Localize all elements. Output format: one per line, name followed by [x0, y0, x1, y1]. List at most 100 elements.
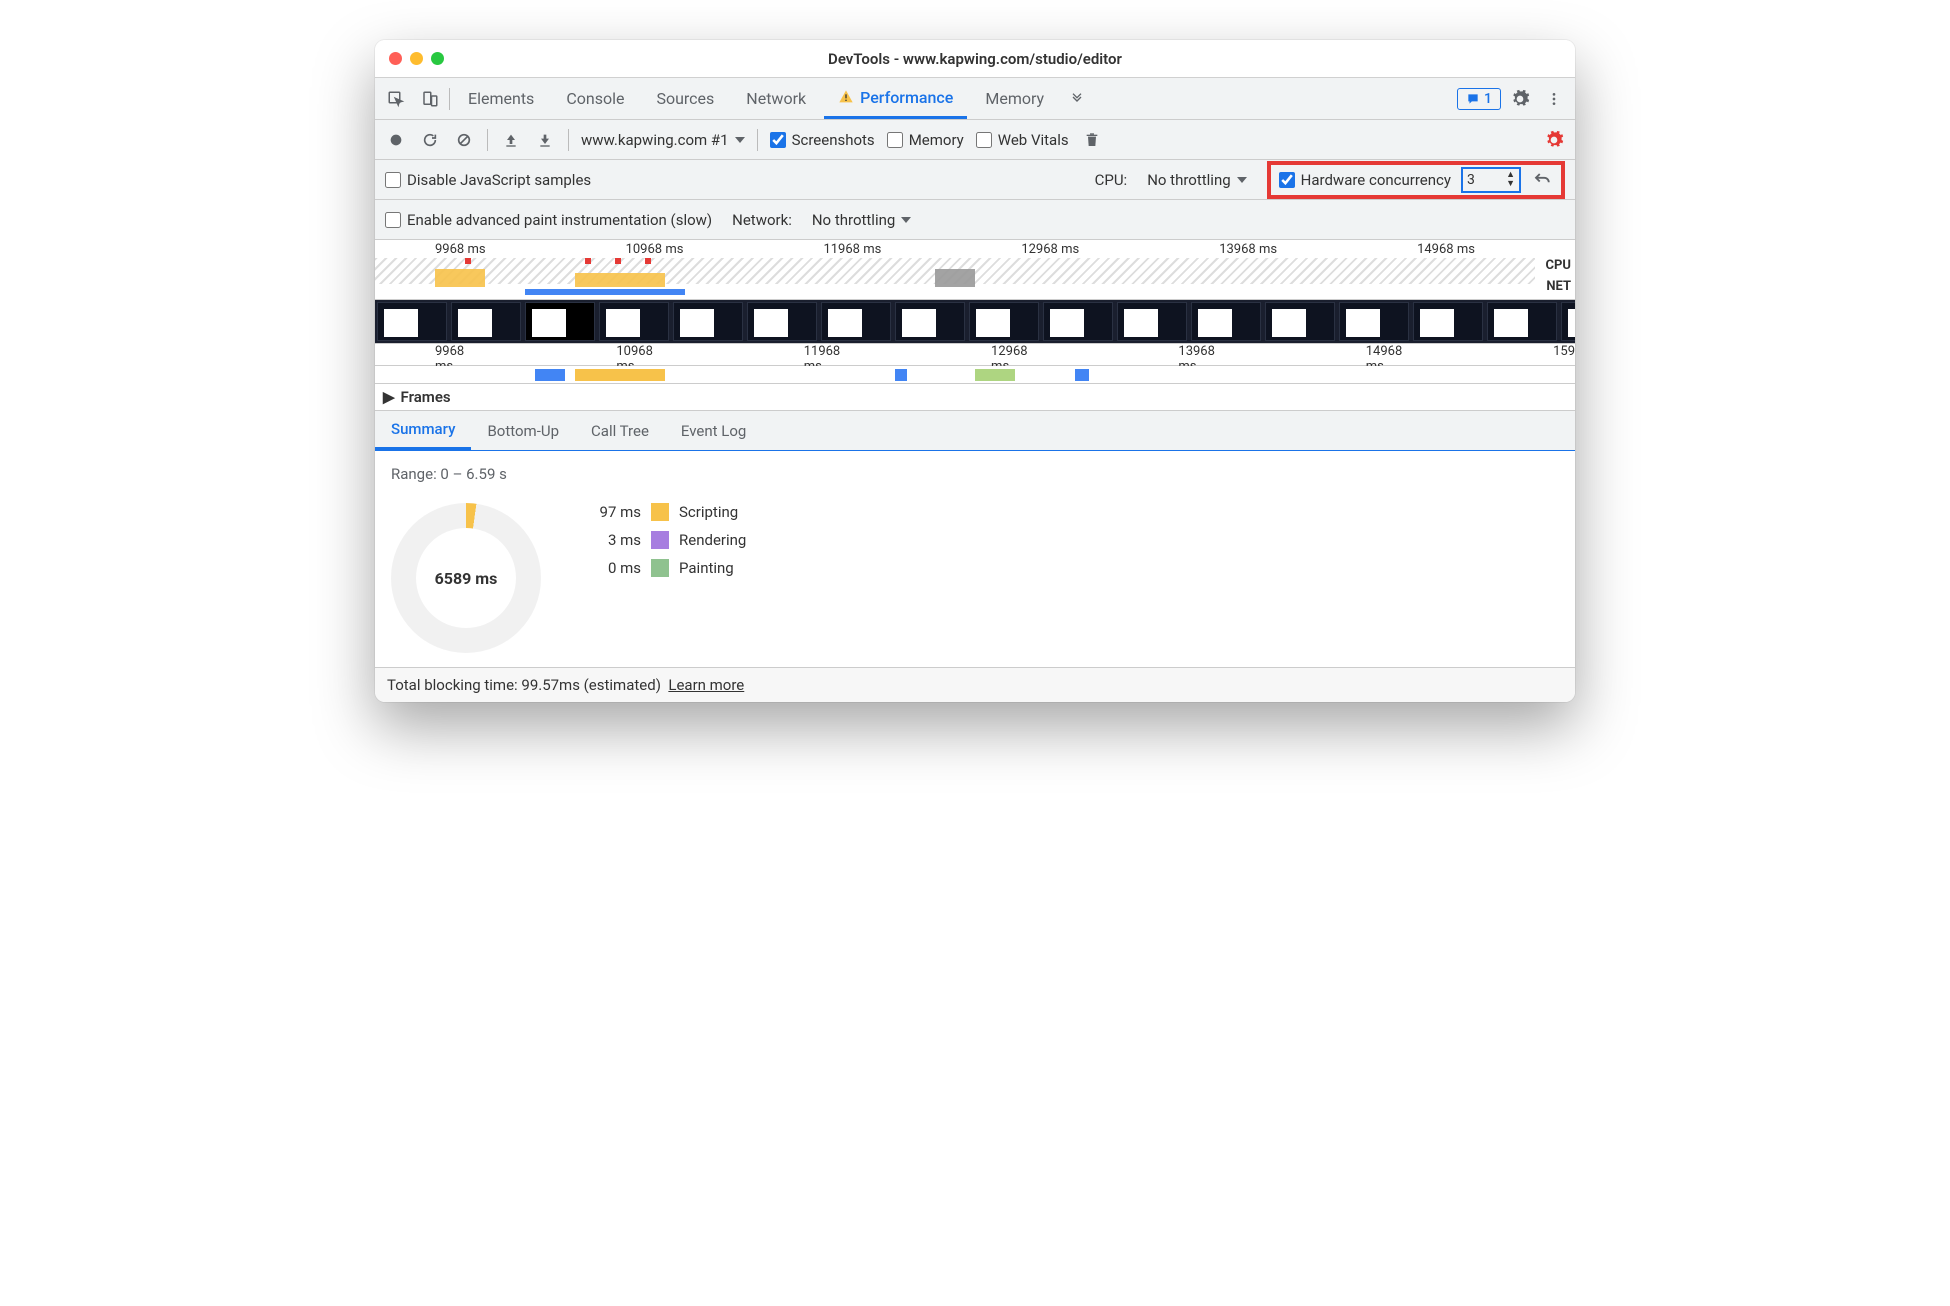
- hardware-concurrency-group: Hardware concurrency 3 ▲▼: [1267, 161, 1565, 199]
- screenshot-thumb[interactable]: [1339, 302, 1409, 341]
- cpu-value: No throttling: [1147, 171, 1230, 189]
- tab-label: Network: [746, 89, 806, 108]
- screenshot-thumb[interactable]: [451, 302, 521, 341]
- more-tabs-icon[interactable]: [1062, 84, 1092, 114]
- tab-label: Call Tree: [591, 422, 649, 440]
- paint-instrumentation-checkbox[interactable]: Enable advanced paint instrumentation (s…: [385, 211, 712, 229]
- network-request[interactable]: [535, 369, 565, 381]
- screenshot-thumb[interactable]: [1043, 302, 1113, 341]
- memory-checkbox[interactable]: Memory: [887, 131, 964, 149]
- titlebar: DevTools - www.kapwing.com/studio/editor: [375, 40, 1575, 78]
- screenshot-thumb[interactable]: [1487, 302, 1557, 341]
- disable-js-checkbox-input[interactable]: [385, 172, 401, 188]
- tab-elements[interactable]: Elements: [454, 78, 548, 119]
- tab-bottom-up[interactable]: Bottom-Up: [471, 411, 575, 450]
- close-window-button[interactable]: [389, 52, 402, 65]
- legend-row: 97 ms Scripting: [581, 503, 746, 521]
- cpu-label: CPU:: [1095, 171, 1128, 189]
- device-toggle-icon[interactable]: [415, 84, 445, 114]
- stepper-icon[interactable]: ▲▼: [1506, 171, 1515, 189]
- warning-icon: [838, 89, 854, 105]
- screenshot-thumb[interactable]: [747, 302, 817, 341]
- separator: [757, 129, 758, 151]
- tab-console[interactable]: Console: [552, 78, 638, 119]
- screenshot-thumb[interactable]: [969, 302, 1039, 341]
- screenshot-thumb[interactable]: [1413, 302, 1483, 341]
- legend-label: Painting: [679, 559, 734, 577]
- messages-badge[interactable]: 1: [1457, 88, 1501, 110]
- cpu-track-label: CPU: [1546, 256, 1571, 277]
- screenshot-thumb[interactable]: [1117, 302, 1187, 341]
- network-request[interactable]: [975, 369, 1015, 381]
- screenshot-thumb[interactable]: [525, 302, 595, 341]
- screenshot-thumb[interactable]: [1561, 302, 1575, 341]
- screenshot-thumb[interactable]: [1265, 302, 1335, 341]
- capture-settings-icon[interactable]: [1543, 129, 1565, 151]
- upload-icon[interactable]: [500, 129, 522, 151]
- traffic-lights: [389, 52, 444, 65]
- checkbox-label: Memory: [909, 131, 964, 149]
- screenshot-filmstrip[interactable]: [375, 300, 1575, 344]
- screenshot-thumb[interactable]: [377, 302, 447, 341]
- timeline-overview[interactable]: 9968 ms 10968 ms 11968 ms 12968 ms 13968…: [375, 240, 1575, 300]
- tab-summary[interactable]: Summary: [375, 411, 471, 450]
- screenshot-thumb[interactable]: [895, 302, 965, 341]
- network-throttle-dropdown[interactable]: No throttling: [812, 211, 911, 229]
- frames-track-header[interactable]: ▶ Frames: [375, 384, 1575, 411]
- network-request[interactable]: [575, 369, 665, 381]
- disable-js-checkbox[interactable]: Disable JavaScript samples: [385, 171, 591, 189]
- screenshot-thumb[interactable]: [1191, 302, 1261, 341]
- learn-more-link[interactable]: Learn more: [668, 676, 744, 694]
- tab-label: Performance: [860, 88, 953, 107]
- summary-legend: 97 ms Scripting 3 ms Rendering 0 ms Pain…: [581, 503, 746, 577]
- undo-icon[interactable]: [1531, 169, 1553, 191]
- legend-swatch: [651, 503, 669, 521]
- tab-network[interactable]: Network: [732, 78, 820, 119]
- screenshot-thumb[interactable]: [599, 302, 669, 341]
- network-request[interactable]: [1075, 369, 1089, 381]
- tab-memory[interactable]: Memory: [971, 78, 1058, 119]
- hw-concurrency-checkbox[interactable]: Hardware concurrency: [1279, 171, 1451, 189]
- long-task-marker: [585, 258, 591, 264]
- record-button[interactable]: [385, 129, 407, 151]
- delete-icon[interactable]: [1081, 129, 1103, 151]
- screenshots-checkbox-input[interactable]: [770, 132, 786, 148]
- minimize-window-button[interactable]: [410, 52, 423, 65]
- target-dropdown[interactable]: www.kapwing.com #1: [581, 131, 745, 149]
- tab-performance[interactable]: Performance: [824, 78, 967, 119]
- network-track[interactable]: [375, 366, 1575, 384]
- maximize-window-button[interactable]: [431, 52, 444, 65]
- paint-instrumentation-checkbox-input[interactable]: [385, 212, 401, 228]
- tick-label: 11968 ms: [823, 242, 881, 257]
- detail-tabs: Summary Bottom-Up Call Tree Event Log: [375, 411, 1575, 451]
- hw-concurrency-checkbox-input[interactable]: [1279, 172, 1295, 188]
- screenshots-checkbox[interactable]: Screenshots: [770, 131, 875, 149]
- performance-toolbar: www.kapwing.com #1 Screenshots Memory We…: [375, 120, 1575, 160]
- time-axis: 9968 ms 10968 ms 11968 ms 12968 ms 13968…: [375, 240, 1575, 257]
- tick-label: 159: [1553, 344, 1575, 359]
- settings-icon[interactable]: [1505, 84, 1535, 114]
- tick-label: 13968 ms: [1219, 242, 1277, 257]
- tab-label: Elements: [468, 89, 534, 108]
- activity-block: [435, 269, 485, 287]
- network-request[interactable]: [895, 369, 907, 381]
- clear-button[interactable]: [453, 129, 475, 151]
- memory-checkbox-input[interactable]: [887, 132, 903, 148]
- screenshot-thumb[interactable]: [821, 302, 891, 341]
- tab-event-log[interactable]: Event Log: [665, 411, 762, 450]
- reload-record-button[interactable]: [419, 129, 441, 151]
- download-icon[interactable]: [534, 129, 556, 151]
- legend-value: 0 ms: [581, 559, 641, 577]
- screenshot-thumb[interactable]: [673, 302, 743, 341]
- tick-label: 14968 ms: [1417, 242, 1475, 257]
- kebab-menu-icon[interactable]: [1539, 84, 1569, 114]
- legend-swatch: [651, 559, 669, 577]
- webvitals-checkbox[interactable]: Web Vitals: [976, 131, 1069, 149]
- tab-sources[interactable]: Sources: [642, 78, 728, 119]
- hw-concurrency-input[interactable]: 3 ▲▼: [1461, 167, 1521, 193]
- footer-bar: Total blocking time: 99.57ms (estimated)…: [375, 667, 1575, 702]
- cpu-throttle-dropdown[interactable]: No throttling: [1147, 171, 1246, 189]
- webvitals-checkbox-input[interactable]: [976, 132, 992, 148]
- tab-call-tree[interactable]: Call Tree: [575, 411, 665, 450]
- inspect-icon[interactable]: [381, 84, 411, 114]
